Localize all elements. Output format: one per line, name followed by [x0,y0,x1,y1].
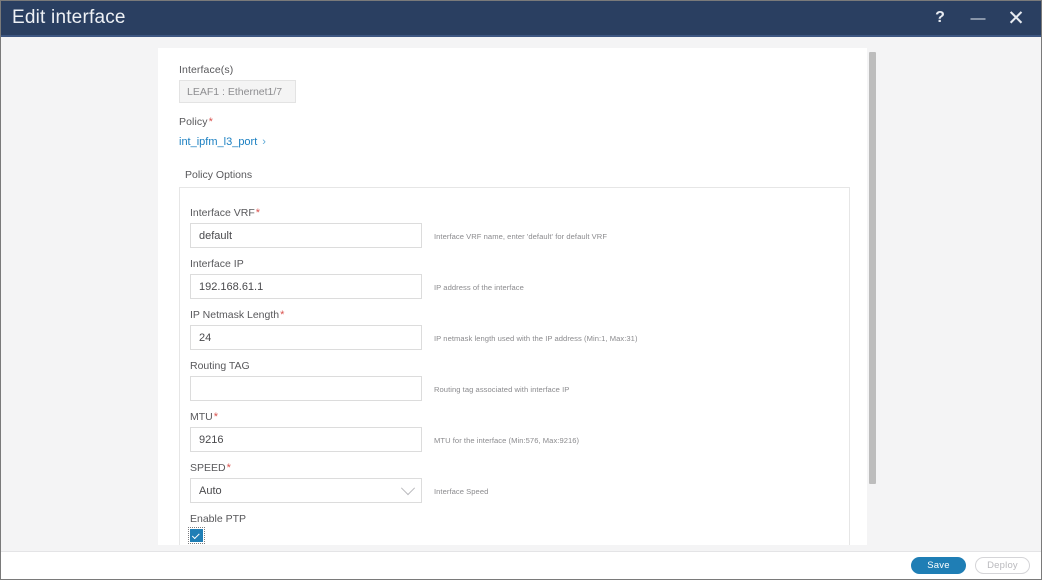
field-interface-vrf: Interface VRF* default Interface VRF nam… [190,207,849,248]
speed-select[interactable]: Auto [190,478,422,503]
routing-tag-label-text: Routing TAG [190,360,250,372]
policy-label: Policy* [179,116,867,128]
field-interface-ip: Interface IP 192.168.61.1 IP address of … [190,258,849,299]
interface-ip-required [244,258,245,270]
window-controls: ? — ✕ [929,7,1041,29]
interface-ip-input[interactable]: 192.168.61.1 [190,274,422,299]
dialog-footer: Save Deploy [1,551,1041,579]
field-enable-ptp: Enable PTP [188,513,849,544]
deploy-button[interactable]: Deploy [975,557,1030,574]
ip-netmask-length-helper: IP netmask length used with the IP addre… [434,334,638,343]
interface-ip-helper: IP address of the interface [434,283,524,292]
ip-netmask-length-required: * [280,309,285,321]
ip-netmask-length-label: IP Netmask Length* [190,309,849,321]
window-titlebar: Edit interface ? — ✕ [1,1,1041,37]
routing-tag-helper: Routing tag associated with interface IP [434,385,570,394]
form-panel: Interface(s) LEAF1 : Ethernet1/7 Policy*… [158,48,867,545]
policy-options-title: Policy Options [185,169,253,181]
policy-label-text: Policy [179,116,208,128]
policy-required-marker: * [208,116,213,128]
check-icon [191,530,200,539]
vertical-scrollbar[interactable] [867,48,881,545]
close-icon[interactable]: ✕ [1005,7,1027,29]
routing-tag-input[interactable] [190,376,422,401]
enable-ptp-required [246,513,247,525]
interface-vrf-required: * [255,207,261,219]
speed-label-text: SPEED [190,462,226,474]
interface-vrf-helper: Interface VRF name, enter 'default' for … [434,232,608,241]
field-routing-tag: Routing TAG Routing tag associated with … [190,360,849,401]
minimize-icon[interactable]: — [967,7,989,29]
policy-options-card: Interface VRF* default Interface VRF nam… [179,187,850,545]
enable-ptp-label-text: Enable PTP [190,513,247,525]
interface-vrf-label-text: Interface VRF [190,207,255,219]
speed-value: Auto [199,484,222,497]
window-title: Edit interface [12,7,126,28]
speed-label: SPEED* [190,462,849,474]
field-ip-netmask-length: IP Netmask Length* 24 IP netmask length … [190,309,849,350]
field-mtu: MTU* 9216 MTU for the interface (Min:576… [190,411,849,452]
help-icon[interactable]: ? [929,7,951,29]
dialog-body: Interface(s) LEAF1 : Ethernet1/7 Policy*… [1,39,1041,551]
save-button[interactable]: Save [911,557,966,574]
policy-link[interactable]: int_ipfm_l3_port › [179,136,266,148]
speed-helper: Interface Speed [434,487,489,496]
scrollbar-thumb[interactable] [869,52,876,484]
interface-ip-label: Interface IP [190,258,849,270]
enable-ptp-label: Enable PTP [190,513,849,525]
ip-netmask-length-input[interactable]: 24 [190,325,422,350]
interface-ip-label-text: Interface IP [190,258,244,270]
field-speed: SPEED* Auto Interface Speed [190,462,849,503]
interfaces-label: Interface(s) [179,64,234,76]
mtu-helper: MTU for the interface (Min:576, Max:9216… [434,436,580,445]
routing-tag-required [250,360,251,372]
mtu-label: MTU* [190,411,849,423]
mtu-input[interactable]: 9216 [190,427,422,452]
chevron-right-icon: › [262,136,266,148]
form-content: Interface(s) LEAF1 : Ethernet1/7 Policy*… [158,48,867,545]
interfaces-value: LEAF1 : Ethernet1/7 [179,80,296,103]
interface-vrf-input[interactable]: default [190,223,422,248]
enable-ptp-checkbox[interactable] [188,527,205,544]
ip-netmask-length-label-text: IP Netmask Length [190,309,280,321]
policy-link-text: int_ipfm_l3_port [179,136,258,148]
mtu-required: * [213,411,219,423]
speed-required: * [226,462,231,474]
edit-interface-window: Edit interface ? — ✕ Interface(s) LEAF1 … [0,0,1042,580]
routing-tag-label: Routing TAG [190,360,849,372]
chevron-down-icon [400,480,416,495]
interface-vrf-label: Interface VRF* [190,207,849,219]
mtu-label-text: MTU [190,411,213,423]
